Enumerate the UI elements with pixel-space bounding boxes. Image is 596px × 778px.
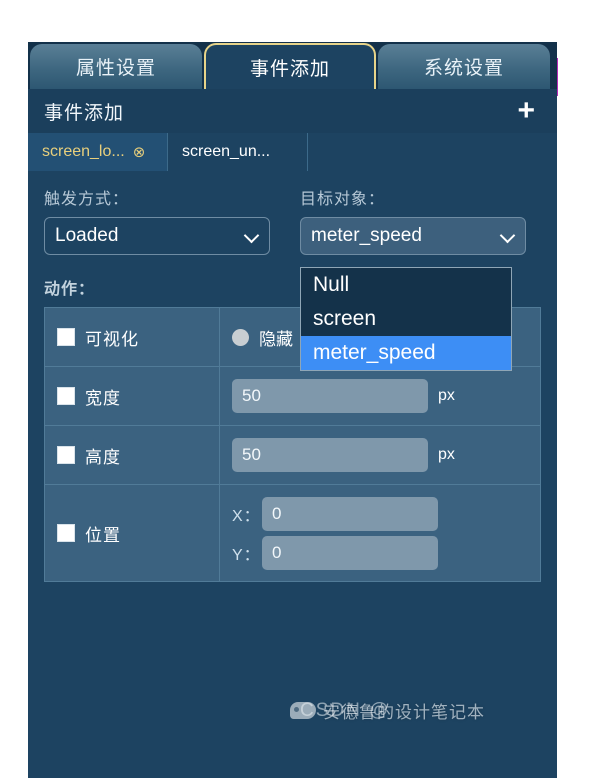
trigger-select-value: Loaded <box>55 225 119 246</box>
position-y-label: Y： <box>232 546 261 564</box>
dropdown-option-screen[interactable]: screen <box>301 302 511 336</box>
visibility-radio-label: 隐藏 <box>259 329 293 349</box>
chevron-down-icon <box>501 229 515 243</box>
action-label-text: 可视化 <box>85 329 139 349</box>
height-unit: px <box>438 446 455 463</box>
action-label-text: 宽度 <box>85 388 121 408</box>
action-row-position-label: 位置 <box>44 484 220 582</box>
table-row: 位置 X： Y： <box>44 484 541 582</box>
action-label-text: 高度 <box>85 447 121 467</box>
table-row: 高度 px <box>44 425 541 485</box>
target-select-value: meter_speed <box>311 225 422 246</box>
tab-label: 事件添加 <box>249 58 330 80</box>
close-icon[interactable]: ⊗ <box>133 143 146 161</box>
main-tabbar: 属性设置 事件添加 系统设置 <box>28 42 557 89</box>
action-row-position-control: X： Y： <box>219 484 541 582</box>
position-y-input[interactable] <box>262 535 438 570</box>
event-subtabs: screen_lo... ⊗ screen_un... <box>28 133 557 171</box>
subtab-screen-unloaded[interactable]: screen_un... <box>168 133 308 171</box>
width-checkbox[interactable] <box>57 387 75 405</box>
position-checkbox[interactable] <box>57 524 75 542</box>
event-add-panel: 属性设置 事件添加 系统设置 事件添加 + screen_lo... ⊗ scr… <box>28 42 557 778</box>
trigger-field: 触发方式： Loaded <box>44 185 270 255</box>
action-row-width-control: px <box>219 366 541 426</box>
dropdown-option-meter-speed[interactable]: meter_speed <box>301 336 511 370</box>
trigger-target-row: 触发方式： Loaded 目标对象： meter_speed Null scre… <box>44 185 541 371</box>
action-label-text: 位置 <box>85 525 121 545</box>
tab-system-settings[interactable]: 系统设置 <box>378 44 550 89</box>
subtab-screen-loaded[interactable]: screen_lo... ⊗ <box>28 133 168 171</box>
trigger-select[interactable]: Loaded <box>44 217 270 255</box>
tab-label: 系统设置 <box>423 58 504 79</box>
target-dropdown-list[interactable]: Null screen meter_speed <box>300 267 512 371</box>
position-x-label: X： <box>232 507 261 525</box>
visibility-radio[interactable] <box>232 328 249 346</box>
panel-body: 触发方式： Loaded 目标对象： meter_speed Null scre… <box>28 171 557 582</box>
action-row-width-label: 宽度 <box>44 366 220 426</box>
height-checkbox[interactable] <box>57 446 75 464</box>
subtab-label: screen_un... <box>182 143 271 160</box>
action-row-visibility-label: 可视化 <box>44 307 220 367</box>
subtab-empty-space <box>308 133 557 171</box>
panel-header: 事件添加 + <box>28 89 557 133</box>
tab-event-add[interactable]: 事件添加 <box>204 43 376 89</box>
action-row-height-control: px <box>219 425 541 485</box>
dropdown-option-null[interactable]: Null <box>301 268 511 302</box>
width-unit: px <box>438 387 455 404</box>
target-select[interactable]: meter_speed <box>300 217 526 255</box>
target-label: 目标对象： <box>300 191 386 208</box>
width-input[interactable] <box>232 379 428 413</box>
visibility-checkbox[interactable] <box>57 328 75 346</box>
height-input[interactable] <box>232 438 428 472</box>
target-field: 目标对象： meter_speed <box>300 185 526 255</box>
tab-label: 属性设置 <box>75 58 156 79</box>
subtab-label: screen_lo... <box>42 143 125 160</box>
table-row: 宽度 px <box>44 366 541 426</box>
position-x-input[interactable] <box>262 496 438 531</box>
action-row-height-label: 高度 <box>44 425 220 485</box>
trigger-label: 触发方式： <box>44 191 130 208</box>
chevron-down-icon <box>245 229 259 243</box>
panel-title: 事件添加 <box>44 102 125 124</box>
tab-attribute-settings[interactable]: 属性设置 <box>30 44 202 89</box>
add-event-icon[interactable]: + <box>513 96 539 126</box>
